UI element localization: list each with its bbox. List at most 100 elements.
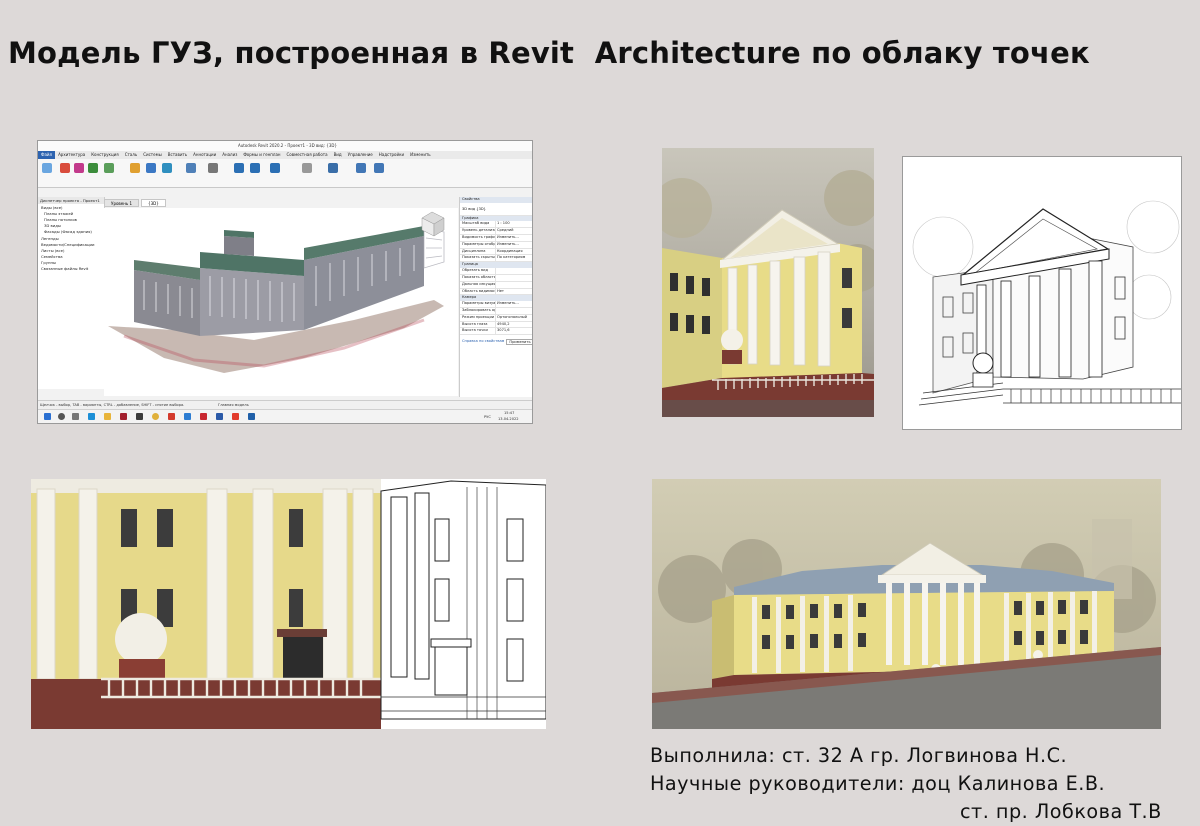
prop-value[interactable]: 3071,6 [495,328,532,335]
prop-label: Область видимости [462,288,495,293]
load-family-icon[interactable] [356,163,366,173]
prop-label: Дальняя секущая плоскость [462,281,495,286]
ribbon-tab-view[interactable]: Вид [331,151,345,159]
word-icon[interactable] [216,413,223,420]
properties-help-link[interactable]: Справка по свойствам [460,339,506,345]
app-icon[interactable] [168,413,175,420]
prop-value[interactable]: Координация [495,248,532,255]
render-facade-line [902,156,1182,430]
point-cloud-icon[interactable] [162,163,172,173]
image-icon[interactable] [302,163,312,173]
prop-checkbox[interactable] [495,267,532,274]
ribbon-tab-architecture[interactable]: Архитектура [55,151,88,159]
properties-panel: Свойства 3D вид {3D} Графика Масштаб вид… [459,197,532,397]
prop-label: Показать область обрезки [462,274,495,279]
import-cad-icon[interactable] [234,163,244,173]
app-icon[interactable] [200,413,207,420]
properties-apply-button[interactable]: Применить [506,339,532,346]
prop-edit-button[interactable]: Изменить... [495,300,532,307]
insert-from-file-icon[interactable] [270,163,280,173]
render-detail-entrance [31,479,546,729]
prop-label: Параметры визуализации [462,300,495,305]
taskbar-time[interactable]: 15:47 [504,411,514,415]
view-tab-3d[interactable]: {3D} [141,199,166,207]
task-view-icon[interactable] [72,413,79,420]
link-cad-icon[interactable] [88,163,98,173]
browser-item[interactable]: Связанные файлы Revit [38,266,104,272]
coordination-model-icon[interactable] [186,163,196,173]
slide-title: Модель ГУЗ, построенная в Revit Architec… [8,36,1090,70]
prop-checkbox[interactable] [495,307,532,314]
manage-images-icon[interactable] [328,163,338,173]
prop-value[interactable]: 4940,2 [495,321,532,328]
yandex-icon[interactable] [232,413,239,420]
link-ifc-icon[interactable] [74,163,84,173]
facade-line-illustration [903,157,1181,429]
ribbon-tab-steel[interactable]: Сталь [122,151,141,159]
ribbon-tab-massing[interactable]: Формы и генплан [240,151,283,159]
manage-links-icon[interactable] [208,163,218,173]
revit-ribbon [38,159,532,188]
detail-entrance-illustration [31,479,546,729]
explorer-icon[interactable] [104,413,111,420]
view-tab-level-1[interactable]: Уровень 1 [104,199,140,207]
import-gbxml-icon[interactable] [250,163,260,173]
ribbon-tab-file[interactable]: Файл [38,151,56,159]
ribbon-tab-modify[interactable]: Изменить [407,151,434,159]
app-icon[interactable] [120,413,127,420]
credits-author: Выполнила: ст. 32 А гр. Логвинова Н.С. [650,744,1068,767]
revit-screenshot: Autodesk Revit 2020.2 - Проект1 - 3D вид… [37,140,533,424]
panorama-illustration [652,479,1161,729]
project-browser: Диспетчер проекта - Проект1 Виды (все) П… [38,197,105,389]
prop-label: Дисциплина [462,248,486,253]
prop-value[interactable]: 1 : 100 [495,221,532,227]
prop-label: Показать скрытые линии [462,255,495,260]
ribbon-tab-addins[interactable]: Надстройки [376,151,407,159]
windows-taskbar: РУС 15:47 13.04.2022 [38,409,532,423]
prop-checkbox[interactable] [495,274,532,281]
ribbon-tab-analyze[interactable]: Анализ [219,151,240,159]
prop-value[interactable]: Ортогональный [495,314,532,321]
render-panorama [652,479,1161,729]
prop-edit-button[interactable]: Изменить... [495,241,532,248]
ribbon-tab-structure[interactable]: Конструкция [88,151,121,159]
app-icon[interactable] [136,413,143,420]
properties-type-name[interactable]: 3D вид {3D} [460,203,532,215]
load-as-group-icon[interactable] [374,163,384,173]
credits-block: Выполнила: ст. 32 А гр. Логвинова Н.С. Н… [650,742,1200,826]
revit-icon[interactable] [248,413,255,420]
prop-edit-button[interactable]: Изменить... [495,234,532,241]
prop-value[interactable]: Нет [495,288,532,295]
prop-label: Видимость графики [462,234,495,239]
point-cloud-building [108,211,445,373]
taskbar-date[interactable]: 13.04.2022 [498,417,519,421]
link-topography-icon[interactable] [104,163,114,173]
ribbon-tab-insert[interactable]: Вставить [165,151,190,159]
browser-item[interactable]: Ведомости/Спецификации [38,241,104,247]
dwf-markup-icon[interactable] [130,163,140,173]
prop-label: Уровень детализации [462,227,495,232]
windows-start-icon[interactable] [44,413,51,420]
ribbon-tab-annotate[interactable]: Аннотации [190,151,219,159]
prop-label: Высота точки [462,328,488,333]
ribbon-tab-manage[interactable]: Управление [345,151,376,159]
edge-icon[interactable] [88,413,95,420]
prop-checkbox[interactable] [495,281,532,288]
ribbon-tab-systems[interactable]: Системы [140,151,165,159]
prop-value[interactable]: Средний [495,227,532,234]
status-model[interactable]: Главная модель [218,403,249,407]
modify-tool-icon[interactable] [42,163,52,173]
credits-supervisors: Научные руководители: доц Калинова Е.В. [650,772,1106,795]
render-facade-color [662,148,874,417]
link-revit-icon[interactable] [60,163,70,173]
app-icon[interactable] [184,413,191,420]
ribbon-tab-collaborate[interactable]: Совместная работа [284,151,331,159]
search-icon[interactable] [58,413,65,420]
project-browser-header: Диспетчер проекта - Проект1 [38,197,104,204]
prop-value[interactable]: По категориям [495,255,532,262]
credits-supervisor-2: ст. пр. Лобкова Т.В [960,800,1162,823]
taskbar-lang[interactable]: РУС [484,415,491,419]
chrome-icon[interactable] [152,413,159,420]
point-cloud-3d-view[interactable] [104,208,458,396]
decal-icon[interactable] [146,163,156,173]
